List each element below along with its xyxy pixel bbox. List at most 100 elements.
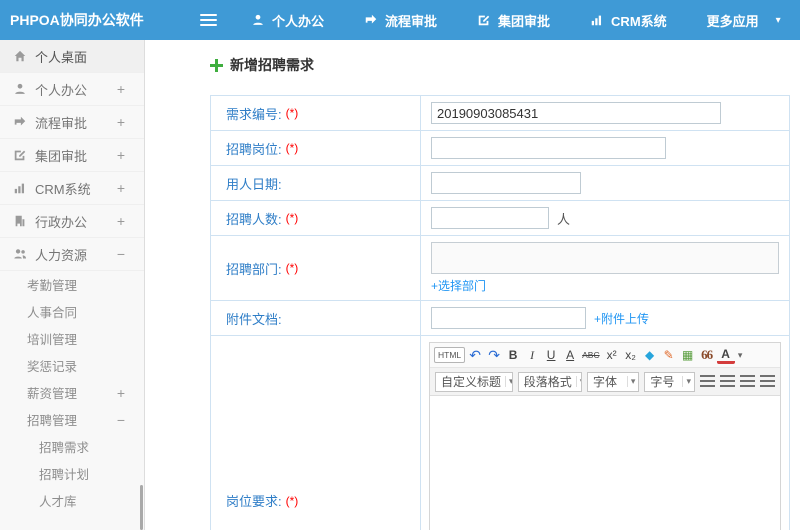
form-row-department: 招聘部门: (*) +选择部门 <box>211 236 789 301</box>
sidebar-item-hr-contract[interactable]: 人事合同 <box>0 298 144 325</box>
sidebar-item-attendance[interactable]: 考勤管理 <box>0 271 144 298</box>
expand-icon[interactable]: + <box>117 147 125 163</box>
paragraph-format-select[interactable]: 段落格式 ▾ <box>517 371 582 392</box>
sidebar-item-hr[interactable]: 人力资源 − <box>0 238 144 271</box>
sidebar-item-talent-pool[interactable]: 人才库 <box>0 487 144 514</box>
sidebar-item-rewards[interactable]: 奖惩记录 <box>0 352 144 379</box>
align-right-icon[interactable] <box>740 375 755 388</box>
font-color-button[interactable]: A <box>716 347 735 364</box>
expand-icon[interactable]: + <box>117 81 125 97</box>
expand-icon[interactable]: + <box>117 180 125 196</box>
nav-personal-office[interactable]: 个人办公 <box>251 11 324 30</box>
collapse-icon[interactable]: − <box>117 412 125 428</box>
users-icon <box>14 249 27 259</box>
field-label: 岗位要求: <box>226 494 282 509</box>
eraser-button[interactable]: ◆ <box>641 345 659 365</box>
sidebar-scrollbar[interactable] <box>140 485 143 530</box>
rich-text-editor: HTML ↶ ↷ B I U A ABC x² x₂ ◆ ✎ ▦ 66 A ▾ … <box>429 342 781 530</box>
required-marker: (*) <box>285 106 299 120</box>
department-textarea[interactable] <box>431 242 779 274</box>
sidebar-item-recruit-demand[interactable]: 招聘需求 <box>0 433 144 460</box>
undo-button[interactable]: ↶ <box>466 345 484 365</box>
sidebar-item-personal-office[interactable]: 个人办公 + <box>0 73 144 106</box>
custom-heading-select[interactable]: 自定义标题 ▾ <box>435 371 513 392</box>
nav-more-apps[interactable]: 更多应用 ▾ <box>707 11 781 30</box>
align-justify-icon[interactable] <box>760 375 775 388</box>
edit-icon <box>478 15 490 26</box>
headcount-input[interactable] <box>431 207 549 229</box>
align-center-icon[interactable] <box>720 375 735 388</box>
nav-workflow-approval[interactable]: 流程审批 <box>364 11 437 30</box>
sidebar-item-label: 招聘管理 <box>27 414 78 428</box>
font-color-caret-icon[interactable]: ▾ <box>736 345 745 365</box>
superscript-button[interactable]: x² <box>603 345 621 365</box>
sidebar-item-label: 奖惩记录 <box>27 360 78 374</box>
nav-label: CRM系统 <box>611 13 667 29</box>
sidebar-item-workflow-approval[interactable]: 流程审批 + <box>0 106 144 139</box>
sidebar-item-label: 薪资管理 <box>27 387 78 401</box>
required-marker: (*) <box>285 261 299 275</box>
editor-toolbar-top: HTML ↶ ↷ B I U A ABC x² x₂ ◆ ✎ ▦ 66 A ▾ <box>430 343 780 368</box>
hamburger-icon <box>200 14 217 16</box>
sidebar-item-label: CRM系统 <box>35 181 91 197</box>
add-icon <box>210 58 223 72</box>
user-icon <box>253 14 263 25</box>
expand-icon[interactable]: + <box>117 385 125 401</box>
select-department-link[interactable]: +选择部门 <box>431 277 486 294</box>
sidebar-item-crm[interactable]: CRM系统 + <box>0 172 144 205</box>
sidebar-item-label: 培训管理 <box>27 333 78 347</box>
flow-icon <box>14 116 26 126</box>
font-size-select[interactable]: 字号 ▾ <box>644 371 695 392</box>
nav-label: 更多应用 <box>706 13 759 29</box>
format-painter-button[interactable]: ✎ <box>660 345 678 365</box>
nav-crm-system[interactable]: CRM系统 <box>590 11 667 30</box>
chevron-down-icon: ▾ <box>775 14 781 26</box>
requirement-editor-area[interactable] <box>430 396 780 530</box>
italic-button[interactable]: I <box>523 345 541 365</box>
font-underline-button[interactable]: A <box>561 345 579 365</box>
page-title: 新增招聘需求 <box>230 57 314 73</box>
bold-button[interactable]: B <box>504 345 522 365</box>
sidebar-item-admin-office[interactable]: 行政办公 + <box>0 205 144 238</box>
req-no-input[interactable] <box>431 102 721 124</box>
form-row-date: 用人日期: <box>211 166 789 201</box>
sidebar-item-recruit-plan[interactable]: 招聘计划 <box>0 460 144 487</box>
strikethrough-button[interactable]: ABC <box>580 345 601 365</box>
sidebar-item-recruitment[interactable]: 招聘管理 − <box>0 406 144 433</box>
nav-label: 集团审批 <box>498 13 551 29</box>
attachment-input[interactable] <box>431 307 586 329</box>
expand-icon[interactable]: + <box>117 213 125 229</box>
collapse-icon[interactable]: − <box>117 246 125 262</box>
main-content: 新增招聘需求 需求编号: (*) 招聘岗位: (*) 用人日期: <box>146 40 800 530</box>
position-input[interactable] <box>431 137 666 159</box>
form-row-position: 招聘岗位: (*) <box>211 131 789 166</box>
attachment-upload-link[interactable]: +附件上传 <box>594 310 649 327</box>
sidebar-item-label: 人力资源 <box>35 247 88 263</box>
table-button[interactable]: ▦ <box>679 345 697 365</box>
required-marker: (*) <box>285 141 299 155</box>
required-marker: (*) <box>285 493 299 508</box>
subscript-button[interactable]: x₂ <box>622 345 640 365</box>
sidebar-item-group-approval[interactable]: 集团审批 + <box>0 139 144 172</box>
sidebar-item-salary[interactable]: 薪资管理 + <box>0 379 144 406</box>
required-marker: (*) <box>285 211 299 225</box>
nav-group-approval[interactable]: 集团审批 <box>477 11 550 30</box>
blockquote-button[interactable]: 66 <box>698 345 716 365</box>
sidebar-item-training[interactable]: 培训管理 <box>0 325 144 352</box>
html-source-button[interactable]: HTML <box>434 347 466 363</box>
underline-button[interactable]: U <box>542 345 560 365</box>
field-label: 招聘部门: <box>226 261 282 277</box>
font-family-select[interactable]: 字体 ▾ <box>586 371 640 392</box>
redo-button[interactable]: ↷ <box>485 345 503 365</box>
nav-label: 流程审批 <box>385 13 438 29</box>
hire-date-input[interactable] <box>431 172 581 194</box>
menu-toggle-button[interactable] <box>194 7 223 33</box>
sidebar-item-label: 个人桌面 <box>35 49 88 65</box>
form-row-requirement: 岗位要求: (*) HTML ↶ ↷ B I U A ABC x² x₂ ◆ ✎… <box>211 336 789 530</box>
expand-icon[interactable]: + <box>117 114 125 130</box>
editor-toolbar-bottom: 自定义标题 ▾ 段落格式 ▾ 字体 ▾ 字号 ▾ <box>430 368 780 396</box>
align-left-icon[interactable] <box>700 375 715 388</box>
sidebar-item-label: 招聘需求 <box>39 441 90 455</box>
flow-icon <box>365 14 377 24</box>
sidebar-item-personal-desktop[interactable]: 个人桌面 <box>0 40 144 73</box>
